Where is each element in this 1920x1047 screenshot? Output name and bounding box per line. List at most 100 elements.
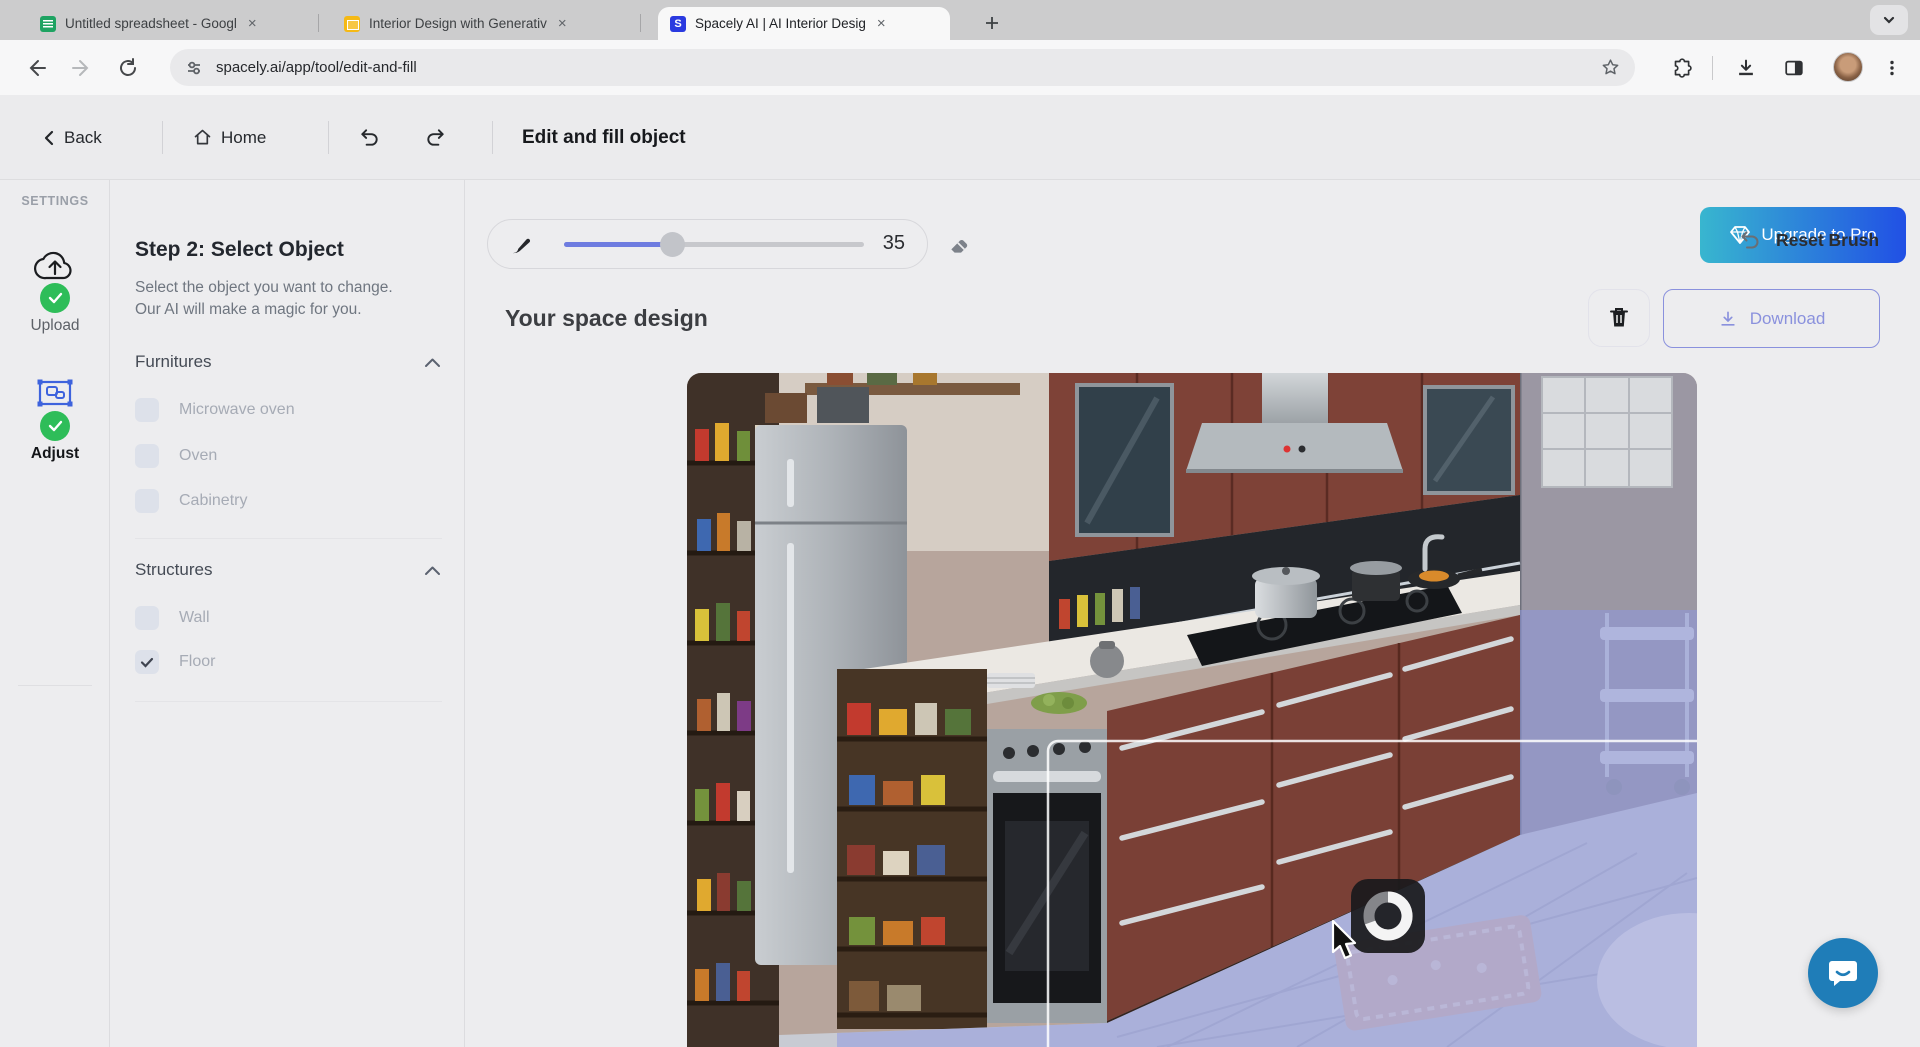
home-icon [192,127,213,148]
checkbox[interactable] [135,606,159,630]
undo-button[interactable] [358,95,381,180]
chevron-down-icon [1881,12,1897,28]
kitchen-photo-scene [687,373,1697,1047]
back-label: Back [64,128,102,148]
plus-icon [984,15,1000,31]
adjust-frame-icon [32,376,78,412]
download-icon [1718,309,1738,329]
checkbox[interactable] [135,398,159,422]
tab-spacely-active[interactable]: S Spacely AI | AI Interior Desig × [658,7,950,40]
download-icon [1735,57,1757,79]
checkbox-label: Microwave oven [179,401,295,419]
upload-done-badge [40,283,70,313]
settings-rail: SETTINGS Upload Adjust [0,180,110,1047]
forward-nav-button[interactable] [68,54,96,82]
browser-menu-button[interactable] [1878,54,1906,82]
structures-label: Structures [135,560,212,580]
tab-title: Spacely AI | AI Interior Desig [695,16,866,31]
screen: Untitled spreadsheet - Googl × Interior … [0,0,1920,1047]
tab-search-chevron-button[interactable] [1870,5,1908,35]
eraser-button[interactable] [944,229,976,261]
tab-separator [318,14,319,32]
design-image-canvas[interactable] [687,373,1697,1047]
checkbox-label: Wall [179,609,210,627]
back-button[interactable]: Back [42,95,102,180]
download-button[interactable]: Download [1663,289,1880,348]
chevron-up-icon [424,357,441,368]
slider-thumb[interactable] [660,232,685,257]
structures-group-header[interactable]: Structures [135,560,441,580]
url-text: spacely.ai/app/tool/edit-and-fill [216,59,1588,76]
home-button[interactable]: Home [192,95,266,180]
furnitures-label: Furnitures [135,352,212,372]
brush-size-slider[interactable] [564,242,864,247]
url-bar[interactable]: spacely.ai/app/tool/edit-and-fill [170,49,1635,86]
checkbox-row-oven[interactable]: Oven [135,444,217,468]
arrow-left-icon [25,57,47,79]
extensions-button[interactable] [1668,54,1696,82]
reset-brush-button[interactable]: Reset Brush [1738,228,1879,252]
chevron-left-icon [42,129,56,147]
tab-title: Interior Design with Generativ [369,16,547,31]
step-adjust[interactable]: Adjust [0,376,110,463]
slider-fill [564,242,672,247]
browser-toolbar: spacely.ai/app/tool/edit-and-fill [0,40,1920,95]
eraser-icon [947,232,973,258]
google-sheets-icon [40,16,56,32]
site-info-icon[interactable] [184,58,204,78]
check-icon [140,657,154,668]
tab-interior-design[interactable]: Interior Design with Generativ × [332,7,600,40]
brush-icon[interactable] [508,232,534,258]
arrow-right-icon [71,57,93,79]
checkbox-label: Oven [179,447,217,465]
trash-icon [1607,305,1631,331]
checkbox[interactable] [135,444,159,468]
adjust-label: Adjust [0,445,110,463]
checkbox[interactable] [135,650,159,674]
header-divider [492,121,493,154]
split-view-button[interactable] [1780,54,1808,82]
close-icon[interactable]: × [875,16,888,31]
new-tab-button[interactable] [978,9,1006,37]
cloud-upload-icon [32,248,78,284]
tab-google-sheets[interactable]: Untitled spreadsheet - Googl × [28,7,290,40]
downloads-button[interactable] [1732,54,1760,82]
checkbox-label: Floor [179,653,215,671]
close-icon[interactable]: × [246,16,259,31]
step-upload[interactable]: Upload [0,248,110,335]
profile-avatar[interactable] [1833,52,1863,82]
checkbox-row-wall[interactable]: Wall [135,606,210,630]
puzzle-icon [1672,58,1693,79]
reload-button[interactable] [114,54,142,82]
brush-toolbar: 35 [487,219,928,269]
sidebar-icon [1783,57,1805,79]
redo-icon [424,126,447,149]
checkbox-label: Cabinetry [179,492,247,510]
kebab-menu-icon [1883,59,1901,77]
home-label: Home [221,128,266,148]
loading-spinner [1351,879,1425,953]
delete-design-button[interactable] [1588,289,1650,347]
google-slides-icon [344,16,360,32]
checkbox-row-floor[interactable]: Floor [135,650,215,674]
rail-heading: SETTINGS [0,194,110,208]
storage-rack [837,669,987,1029]
close-icon[interactable]: × [556,16,569,31]
checkbox-row-cabinetry[interactable]: Cabinetry [135,489,247,513]
brush-size-value: 35 [883,232,905,255]
page-title: Edit and fill object [522,127,686,149]
furnitures-group-header[interactable]: Furnitures [135,352,441,372]
app-header: Back Home Edit and fill object Upgrade t… [0,95,1920,180]
checkbox-row-microwave-oven[interactable]: Microwave oven [135,398,295,422]
checkbox[interactable] [135,489,159,513]
undo-icon [358,126,381,149]
panel-divider [135,538,442,539]
reset-brush-label: Reset Brush [1776,230,1879,251]
redo-button[interactable] [424,95,447,180]
bookmark-star-icon[interactable] [1600,57,1621,78]
panel-description: Select the object you want to change. Ou… [135,277,435,321]
page-title-wrap: Edit and fill object [522,95,686,180]
upload-label: Upload [0,317,110,335]
back-nav-button[interactable] [22,54,50,82]
chat-support-button[interactable] [1808,938,1878,1008]
